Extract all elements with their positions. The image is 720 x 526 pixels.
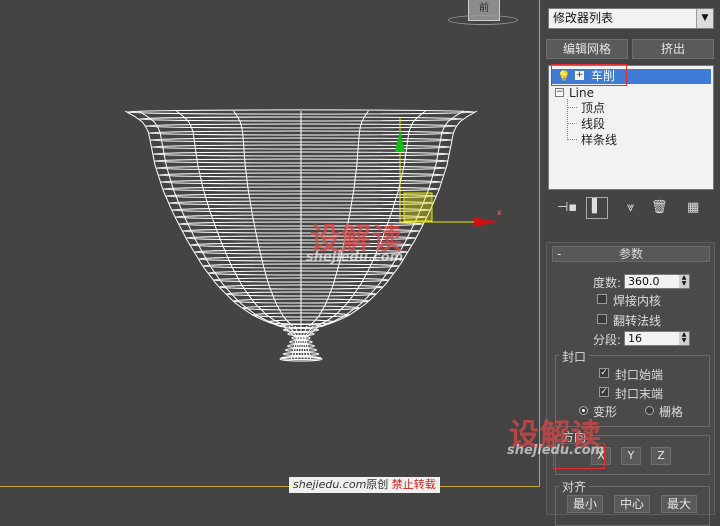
segments-label: 分段: [593,333,622,347]
flip-normals-checkbox[interactable] [597,314,607,324]
capping-group-title: 封口 [559,348,590,365]
make-unique-icon[interactable]: ⩔ [627,200,634,215]
spinner-arrows-icon[interactable]: ▲ ▼ [679,332,689,345]
credit-banner: shejiedu.com原创 禁止转载 [289,477,440,493]
cap-start-checkbox[interactable]: ✓ [599,368,609,378]
extrude-button[interactable]: 挤出 [632,39,714,59]
tree-connector [567,99,568,140]
weld-core-label: 焊接内核 [613,294,662,308]
degrees-spinner[interactable]: 360.0 ▲ ▼ [624,274,690,289]
configure-modifier-sets-icon[interactable]: ▦ [687,200,699,215]
edit-mesh-button[interactable]: 编辑网格 [546,39,628,59]
chevron-down-icon[interactable]: ▼ [696,9,713,28]
gizmo-x-arrow[interactable] [474,217,498,227]
align-center-button[interactable]: 中心 [614,495,650,513]
cap-end-checkbox[interactable]: ✓ [599,387,609,397]
align-max-button[interactable]: 最大 [661,495,697,513]
lathe-bowl-mesh[interactable] [0,0,540,487]
degrees-label: 度数: [593,276,622,290]
show-end-result-icon[interactable]: ▌ [586,197,608,219]
modifier-list-dropdown[interactable]: 修改器列表 ▼ [548,8,714,29]
weld-core-checkbox[interactable] [597,294,607,304]
spinner-arrows-icon[interactable]: ▲ ▼ [679,275,689,288]
align-group-title: 对齐 [559,478,590,495]
stack-item-line[interactable]: Line [569,86,594,100]
grid-radio[interactable] [645,406,654,415]
gizmo-xy-plane[interactable] [403,192,433,222]
perspective-viewport[interactable]: 前 x 设解读 shejiedu.com [0,0,540,487]
parameters-rollout: - 参数 度数: 360.0 ▲ ▼ 焊接内核 翻转法线 分段: 16 ▲ ▼ 封口… [546,242,715,526]
cap-end-label: 封口末端 [615,387,664,401]
direction-y-button[interactable]: Y [621,447,641,465]
stack-subitem-segment[interactable]: 线段 [581,117,605,131]
stack-subitem-spline[interactable]: 样条线 [581,133,617,147]
pin-stack-icon[interactable]: ⊣▪ [557,200,577,215]
stack-subitem-vertex[interactable]: 顶点 [581,101,605,115]
grid-label: 栅格 [659,405,684,419]
flip-normals-label: 翻转法线 [613,314,662,328]
remove-modifier-icon[interactable]: 🗑 [651,200,668,215]
wireframe-mesh [124,109,478,362]
align-min-button[interactable]: 最小 [567,495,603,513]
direction-z-button[interactable]: Z [651,447,671,465]
collapse-minus-icon[interactable]: − [555,88,564,97]
highlight-box [551,64,627,86]
watermark-site: shejiedu.com [507,443,605,458]
watermark-site: shejiedu.com [306,250,404,265]
parameters-rollout-header[interactable]: - 参数 [552,246,710,262]
cap-start-label: 封口始端 [615,368,664,382]
gizmo-x-label: x [497,208,502,217]
modifier-stack[interactable]: 💡 + 车削 − Line 顶点 线段 样条线 [548,64,714,190]
modify-command-panel: 修改器列表 ▼ 编辑网格 挤出 💡 + 车削 − Line 顶点 线段 样条线 … [507,0,720,526]
segments-spinner[interactable]: 16 ▲ ▼ [624,331,690,346]
